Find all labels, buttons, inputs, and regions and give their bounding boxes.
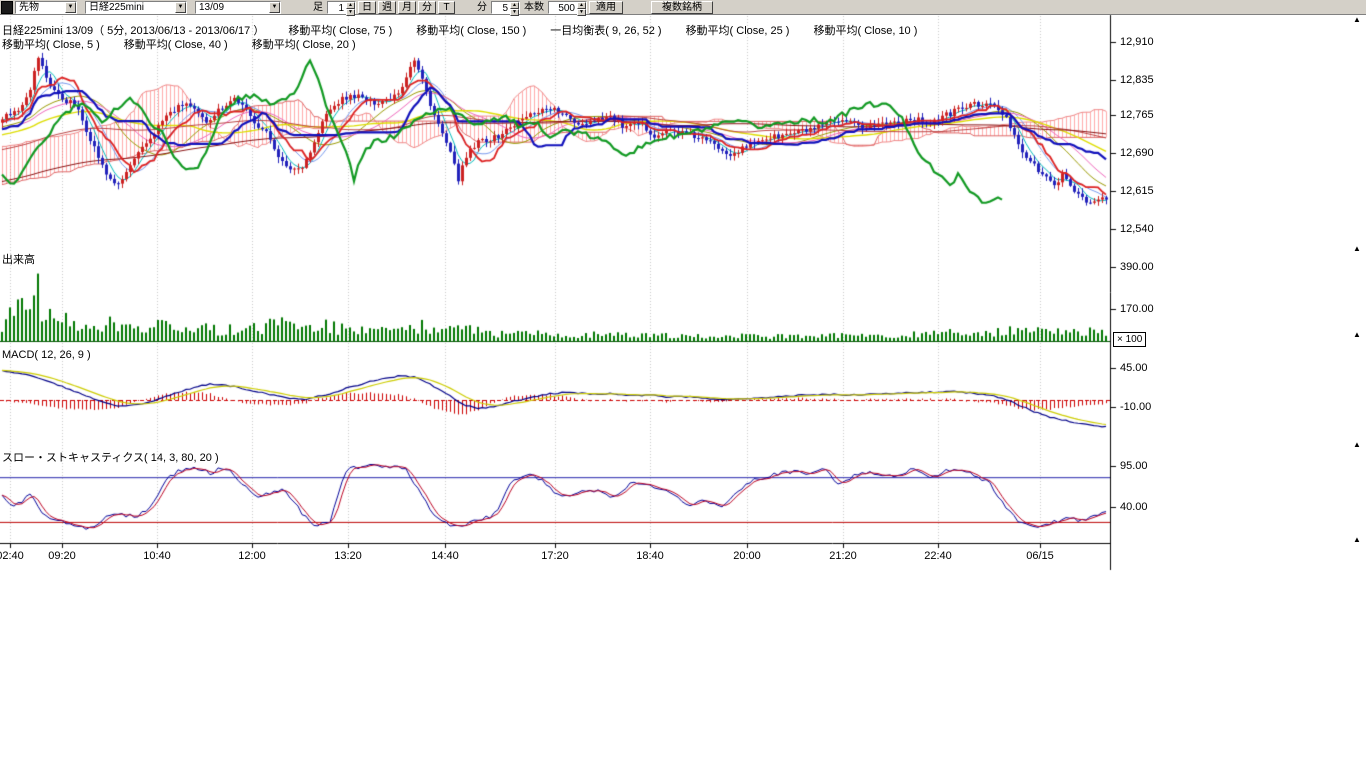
- pane-scroll-up-icon[interactable]: ▲: [1353, 245, 1361, 253]
- chevron-down-icon[interactable]: ▼: [175, 2, 186, 13]
- spin-up-icon[interactable]: ▲: [510, 2, 519, 9]
- minute-value: 5: [492, 2, 510, 13]
- period-week-button[interactable]: 週: [378, 1, 396, 14]
- bar-interval-stepper[interactable]: 1 ▲▼: [327, 1, 356, 14]
- symbol-select-value: 日経225mini: [86, 1, 175, 14]
- toolbar: 先物 ▼ 日経225mini ▼ 13/09 ▼ 足 1 ▲▼ 日 週 月 分 …: [0, 0, 1366, 15]
- period-month-button[interactable]: 月: [398, 1, 416, 14]
- period-minute-button[interactable]: 分: [418, 1, 436, 14]
- pane-scroll-up-icon[interactable]: ▲: [1353, 16, 1361, 24]
- chevron-down-icon[interactable]: ▼: [65, 2, 76, 13]
- period-tick-button[interactable]: T: [438, 1, 455, 14]
- symbol-select[interactable]: 日経225mini ▼: [85, 1, 187, 14]
- pane-scroll-up-icon[interactable]: ▲: [1353, 536, 1361, 544]
- bar-interval-value: 1: [328, 2, 346, 13]
- minute-label: 分: [475, 1, 489, 14]
- spin-up-icon[interactable]: ▲: [346, 2, 355, 9]
- spin-down-icon[interactable]: ▼: [510, 9, 519, 16]
- minute-stepper[interactable]: 5 ▲▼: [491, 1, 520, 14]
- contract-select[interactable]: 13/09 ▼: [195, 1, 281, 14]
- pane-scroll-up-icon[interactable]: ▲: [1353, 441, 1361, 449]
- spin-up-icon[interactable]: ▲: [577, 2, 586, 9]
- spin-down-icon[interactable]: ▼: [577, 9, 586, 16]
- bar-type-label: 足: [311, 1, 325, 14]
- chart-app-window: 先物 ▼ 日経225mini ▼ 13/09 ▼ 足 1 ▲▼ 日 週 月 分 …: [0, 0, 1366, 768]
- category-select[interactable]: 先物 ▼: [15, 1, 77, 14]
- contract-select-value: 13/09: [196, 1, 269, 14]
- pane-scroll-up-icon[interactable]: ▲: [1353, 331, 1361, 339]
- chevron-down-icon[interactable]: ▼: [269, 2, 280, 13]
- period-day-button[interactable]: 日: [358, 1, 376, 14]
- app-icon: [1, 1, 13, 14]
- multi-symbol-button[interactable]: 複数銘柄: [651, 1, 713, 14]
- bar-count-label: 本数: [522, 1, 546, 14]
- category-select-value: 先物: [16, 1, 65, 14]
- bar-count-stepper[interactable]: 500 ▲▼: [548, 1, 587, 14]
- spin-down-icon[interactable]: ▼: [346, 9, 355, 16]
- apply-button[interactable]: 適用: [589, 1, 623, 14]
- chart-canvas[interactable]: [0, 0, 1366, 768]
- bar-count-value: 500: [549, 2, 577, 13]
